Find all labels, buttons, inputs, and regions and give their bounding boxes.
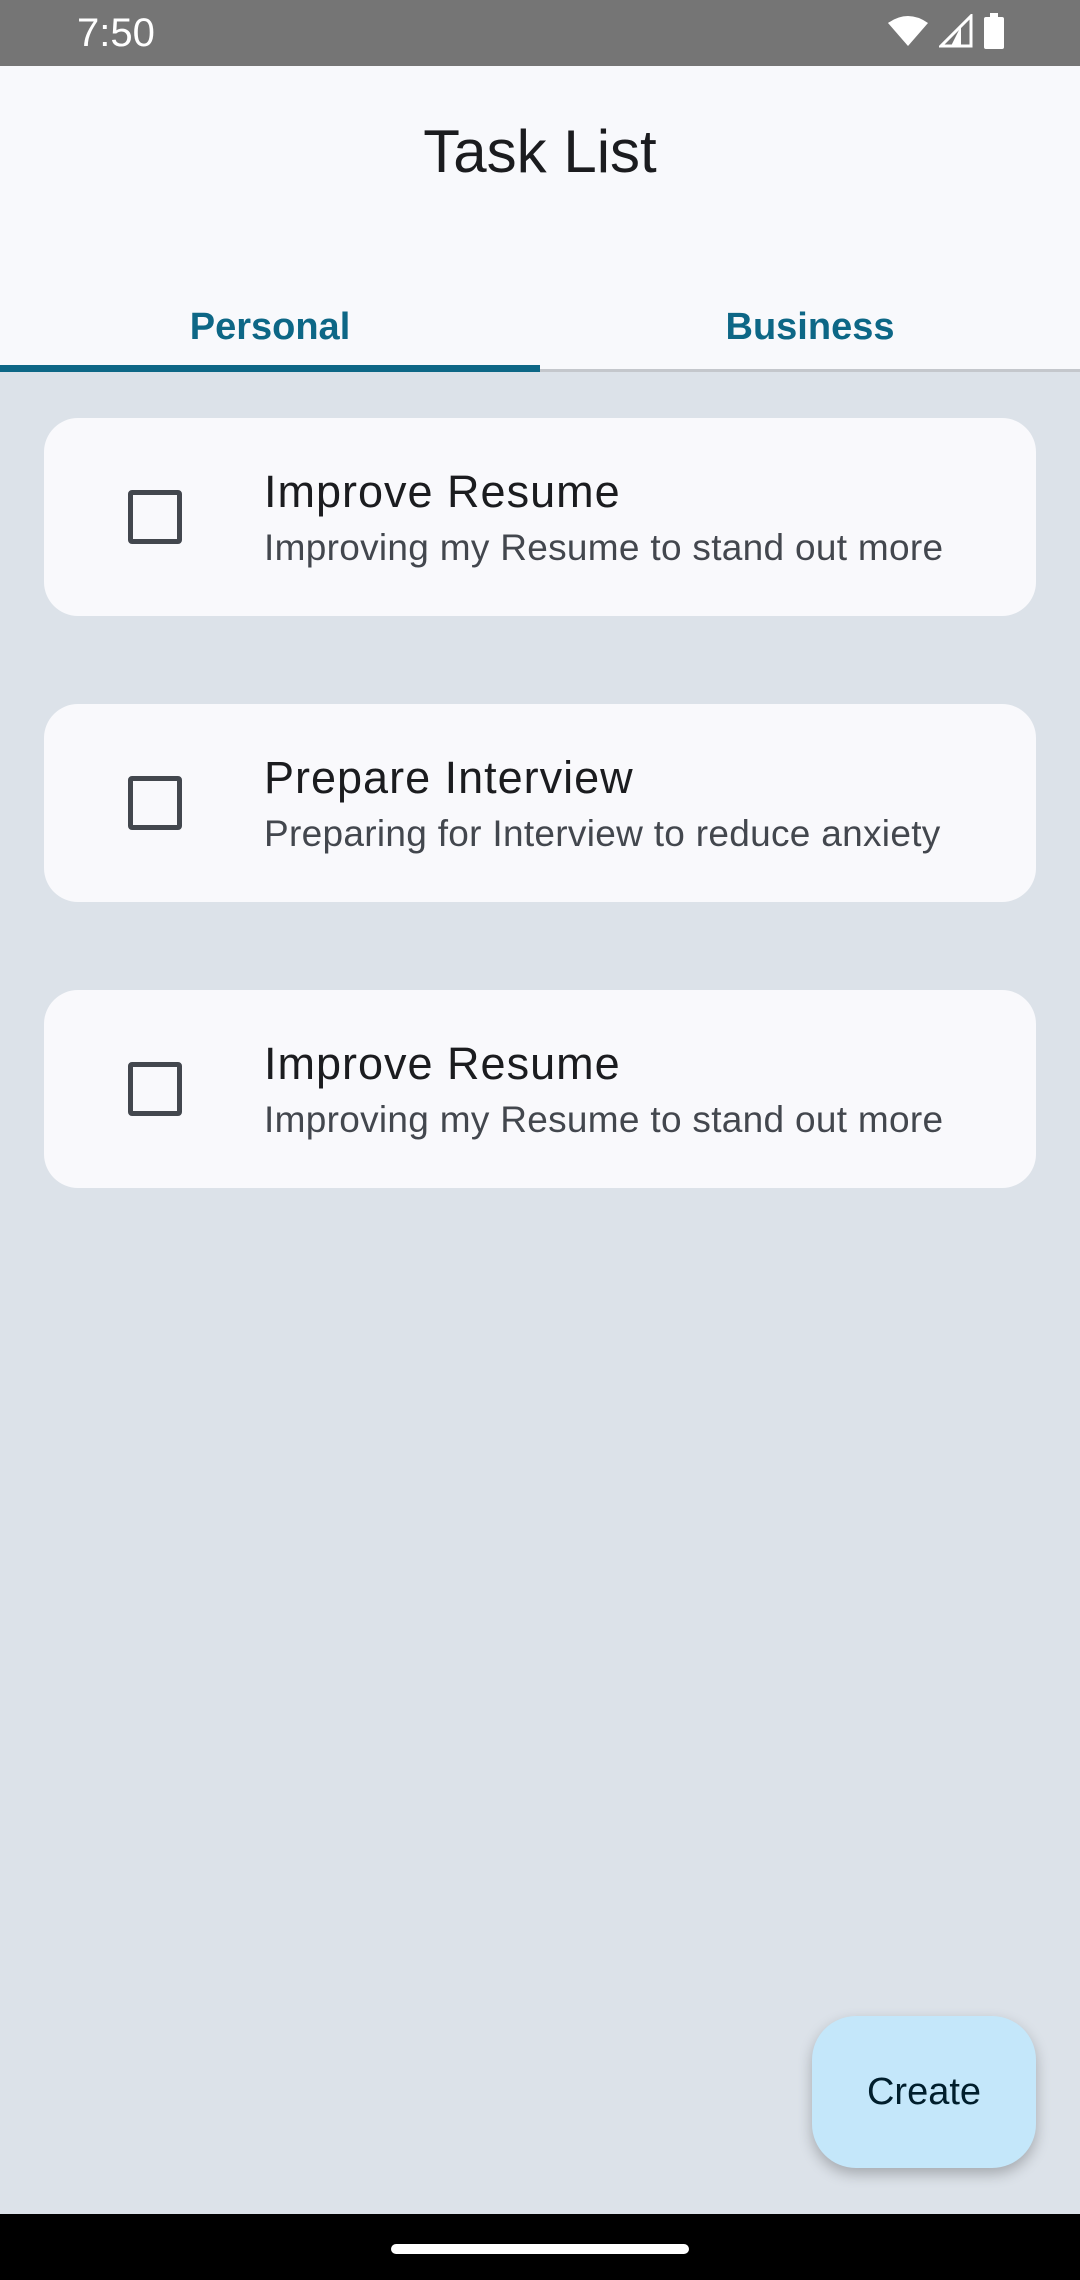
task-description: Improving my Resume to stand out more [264,1099,944,1140]
tab-business-label: Business [725,306,895,348]
tab-bar: Personal Business [0,276,1080,372]
create-button[interactable]: Create [812,2016,1036,2168]
task-list: Improve Resume Improving my Resume to st… [44,418,1036,1276]
task-card[interactable]: Prepare Interview Preparing for Intervie… [44,704,1036,902]
task-title: Improve Resume [264,466,621,517]
task-title: Prepare Interview [264,752,634,803]
status-icons [887,11,1005,54]
task-description: Preparing for Interview to reduce anxiet… [264,813,941,854]
tab-personal[interactable]: Personal [0,276,540,372]
task-checkbox[interactable] [128,776,182,830]
task-checkbox[interactable] [128,1062,182,1116]
status-bar: 7:50 [0,0,1080,66]
battery-icon [983,12,1005,54]
home-gesture-handle[interactable] [391,2244,689,2254]
task-card[interactable]: Improve Resume Improving my Resume to st… [44,990,1036,1188]
wifi-icon [887,15,929,52]
task-checkbox[interactable] [128,490,182,544]
page-title: Task List [423,118,657,185]
task-card[interactable]: Improve Resume Improving my Resume to st… [44,418,1036,616]
task-title: Improve Resume [264,1038,621,1089]
task-description: Improving my Resume to stand out more [264,527,944,568]
tab-personal-label: Personal [189,306,351,348]
tab-business[interactable]: Business [540,276,1080,369]
status-time: 7:50 [77,11,155,55]
app-bar: Task List Personal Business [0,66,1080,372]
create-button-label: Create [866,2070,982,2113]
cellular-signal-icon [937,11,973,53]
system-nav-bar [0,2214,1080,2280]
